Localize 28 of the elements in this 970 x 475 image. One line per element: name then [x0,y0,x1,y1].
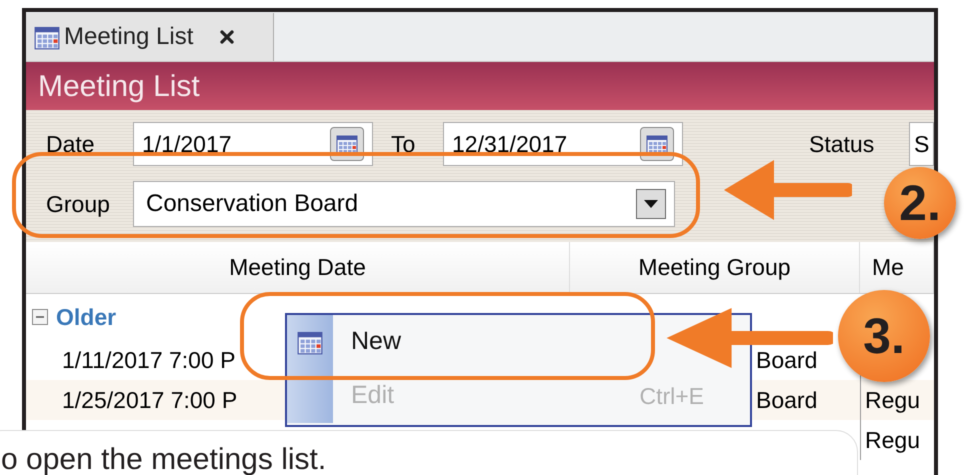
calendar-icon [646,133,668,155]
group-row-label: Older [56,302,116,332]
tab-label: Meeting List [64,22,194,52]
calendar-icon [34,24,60,50]
group-label: Group [45,190,111,219]
collapse-icon[interactable] [32,309,48,325]
menu-item[interactable]: New [287,315,750,369]
tab[interactable]: Meeting List [26,13,274,61]
table-cell-text: 1/11/2017 7:00 P [62,346,236,375]
calendar-icon [336,133,358,155]
date-field[interactable]: 1/1/2017 [133,122,373,166]
date-label: Date [45,130,96,159]
status-field[interactable]: S [909,122,934,166]
table-cell-text: Regu [865,386,920,415]
dropdown-arrow-icon[interactable] [644,200,658,208]
table-cell-text: Board [756,386,818,415]
to-label: To [390,130,416,159]
date-field[interactable]: 12/31/2017 [443,122,683,166]
column-header[interactable]: Meeting Date [26,242,570,293]
group-dropdown[interactable]: Conservation Board [133,181,675,227]
caption-text: o open the meetings list. [1,443,326,475]
status-label: Status [809,130,876,159]
calendar-icon [297,329,323,355]
table-cell-text: 1/25/2017 7:00 P [62,386,238,415]
table-cell-text: Regu [865,426,920,455]
column-header[interactable]: Meeting Group [570,242,860,293]
page-title: Meeting List [38,68,200,104]
table-cell-text: Board [756,346,818,375]
